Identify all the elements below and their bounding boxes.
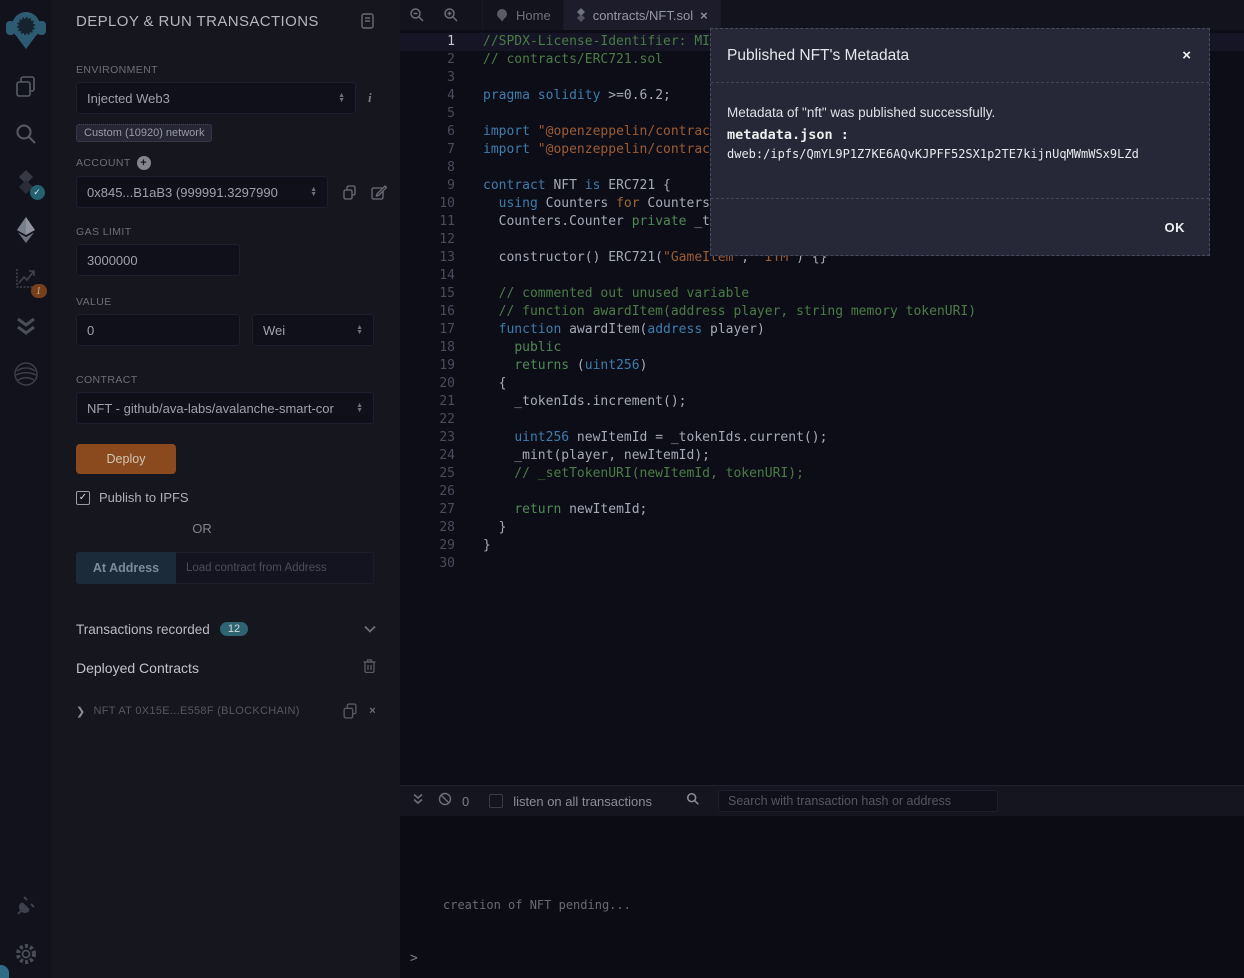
terminal-prompt[interactable]: > [410,951,418,966]
listen-transactions-checkbox[interactable] [489,794,503,808]
code-line-27[interactable]: 27 return newItemId; [400,501,1244,519]
code-line-30[interactable]: 30 [400,555,1244,573]
search-icon[interactable] [12,120,40,148]
code-line-29[interactable]: 29} [400,537,1244,555]
tab-contracts-nft-sol[interactable]: contracts/NFT.sol × [564,0,721,30]
at-address-button[interactable]: At Address [76,552,176,584]
pending-tx-count: 0 [462,794,469,809]
environment-select[interactable]: Injected Web3 ▲▼ [76,82,356,114]
expand-contract-icon[interactable]: ❯ [76,705,86,718]
gas-limit-input[interactable]: 3000000 [76,244,240,276]
at-address-input[interactable]: Load contract from Address [176,552,374,584]
value-label: VALUE [76,296,400,308]
modal-message: Metadata of "nft" was published successf… [727,105,1193,120]
compiled-check-badge: ✓ [30,185,45,200]
file-explorer-icon[interactable] [12,72,40,100]
documentation-icon[interactable] [358,12,376,30]
analysis-count-badge: 1 [31,284,47,298]
value-input[interactable]: 0 [76,314,240,346]
expand-terminal-icon[interactable] [412,792,424,810]
tab-home[interactable]: Home [482,0,564,30]
modal-close-icon[interactable]: × [1182,47,1191,64]
code-line-22[interactable]: 22 [400,411,1244,429]
terminal-search-input[interactable]: Search with transaction hash or address [718,790,998,812]
unit-testing-icon[interactable] [12,312,40,340]
terminal: 0 listen on all transactions Search with… [400,785,1244,978]
clear-console-icon[interactable] [438,792,452,811]
terminal-output[interactable]: creation of NFT pending... > [400,816,1244,978]
modal-ok-button[interactable]: OK [1165,220,1186,235]
code-line-18[interactable]: 18 public [400,339,1244,357]
clear-deployed-trash-icon[interactable] [363,658,376,678]
close-tab-icon[interactable]: × [700,8,708,23]
environment-label: ENVIRONMENT [76,64,400,76]
settings-gear-icon[interactable] [12,940,40,968]
contract-select[interactable]: NFT - github/ava-labs/avalanche-smart-co… [76,392,374,424]
terminal-toolbar: 0 listen on all transactions Search with… [400,786,1244,816]
icon-panel: ✓ 1 [0,0,52,978]
or-divider: OR [52,521,352,536]
static-analysis-icon[interactable]: 1 [12,264,40,292]
value-unit-select[interactable]: Wei ▲▼ [252,314,374,346]
select-stepper-icon: ▲▼ [356,325,363,335]
terminal-search-icon [686,792,700,811]
remove-contract-icon[interactable]: × [369,705,376,717]
code-line-20[interactable]: 20 { [400,375,1244,393]
network-badge: Custom (10920) network [76,124,212,142]
code-line-21[interactable]: 21 _tokenIds.increment(); [400,393,1244,411]
home-remix-icon [495,8,509,22]
code-line-17[interactable]: 17 function awardItem(address player) [400,321,1244,339]
terminal-log-line: creation of NFT pending... [400,816,1244,912]
environment-info-icon[interactable]: i [368,90,372,106]
select-stepper-icon: ▲▼ [356,403,363,413]
contract-label: CONTRACT [76,374,400,386]
listen-transactions-label: listen on all transactions [513,794,652,809]
plugin-manager-icon[interactable] [12,892,40,920]
code-line-14[interactable]: 14 [400,267,1244,285]
code-line-15[interactable]: 15 // commented out unused variable [400,285,1244,303]
deployed-contract-name: NFT AT 0X15E...E558F (BLOCKCHAIN) [94,705,342,717]
deploy-run-panel: DEPLOY & RUN TRANSACTIONS ENVIRONMENT In… [52,0,400,978]
account-select[interactable]: 0x845...B1aB3 (999991.3297990 ▲▼ [76,176,328,208]
code-line-25[interactable]: 25 // _setTokenURI(newItemId, tokenURI); [400,465,1244,483]
tab-bar: Home contracts/NFT.sol × [400,0,1244,30]
select-stepper-icon: ▲▼ [338,93,345,103]
code-line-26[interactable]: 26 [400,483,1244,501]
deployed-contracts-label: Deployed Contracts [76,660,199,676]
copy-address-icon[interactable] [341,702,359,720]
gas-limit-label: GAS LIMIT [76,226,400,238]
code-line-24[interactable]: 24 _mint(player, newItemId); [400,447,1244,465]
account-label: ACCOUNT + [76,156,400,170]
modal-title: Published NFT's Metadata [727,47,909,65]
deploy-button[interactable]: Deploy [76,444,176,474]
publish-ipfs-label: Publish to IPFS [99,490,189,505]
solidity-file-icon [576,8,586,22]
code-line-28[interactable]: 28 } [400,519,1244,537]
plugin-swirl-icon[interactable] [12,360,40,388]
deployed-contract-row[interactable]: ❯ NFT AT 0X15E...E558F (BLOCKCHAIN) × [76,702,376,720]
add-account-icon[interactable]: + [137,156,151,170]
zoom-in-icon[interactable] [434,7,468,23]
deploy-run-icon[interactable] [12,216,40,244]
ipfs-url: dweb:/ipfs/QmYL9P1Z7KE6AQvKJPFF52SX1p2TE… [727,147,1193,161]
transactions-count-badge: 12 [220,622,248,636]
copy-account-icon[interactable] [340,183,358,201]
metadata-file-name: metadata.json : [727,127,1193,143]
code-line-16[interactable]: 16 // function awardItem(address player,… [400,303,1244,321]
zoom-out-icon[interactable] [400,7,434,23]
published-metadata-modal: Published NFT's Metadata × Metadata of "… [710,28,1210,256]
transactions-recorded-label: Transactions recorded [76,622,210,637]
publish-ipfs-checkbox[interactable]: ✓ [76,491,90,505]
solidity-compiler-icon[interactable]: ✓ [12,168,40,196]
remix-logo-icon[interactable] [4,6,48,52]
select-stepper-icon: ▲▼ [310,187,317,197]
sign-message-icon[interactable] [370,183,388,201]
corner-watermark [0,965,9,978]
code-line-23[interactable]: 23 uint256 newItemId = _tokenIds.current… [400,429,1244,447]
transactions-collapse-icon[interactable] [364,620,376,638]
code-line-19[interactable]: 19 returns (uint256) [400,357,1244,375]
panel-title: DEPLOY & RUN TRANSACTIONS [76,13,319,30]
